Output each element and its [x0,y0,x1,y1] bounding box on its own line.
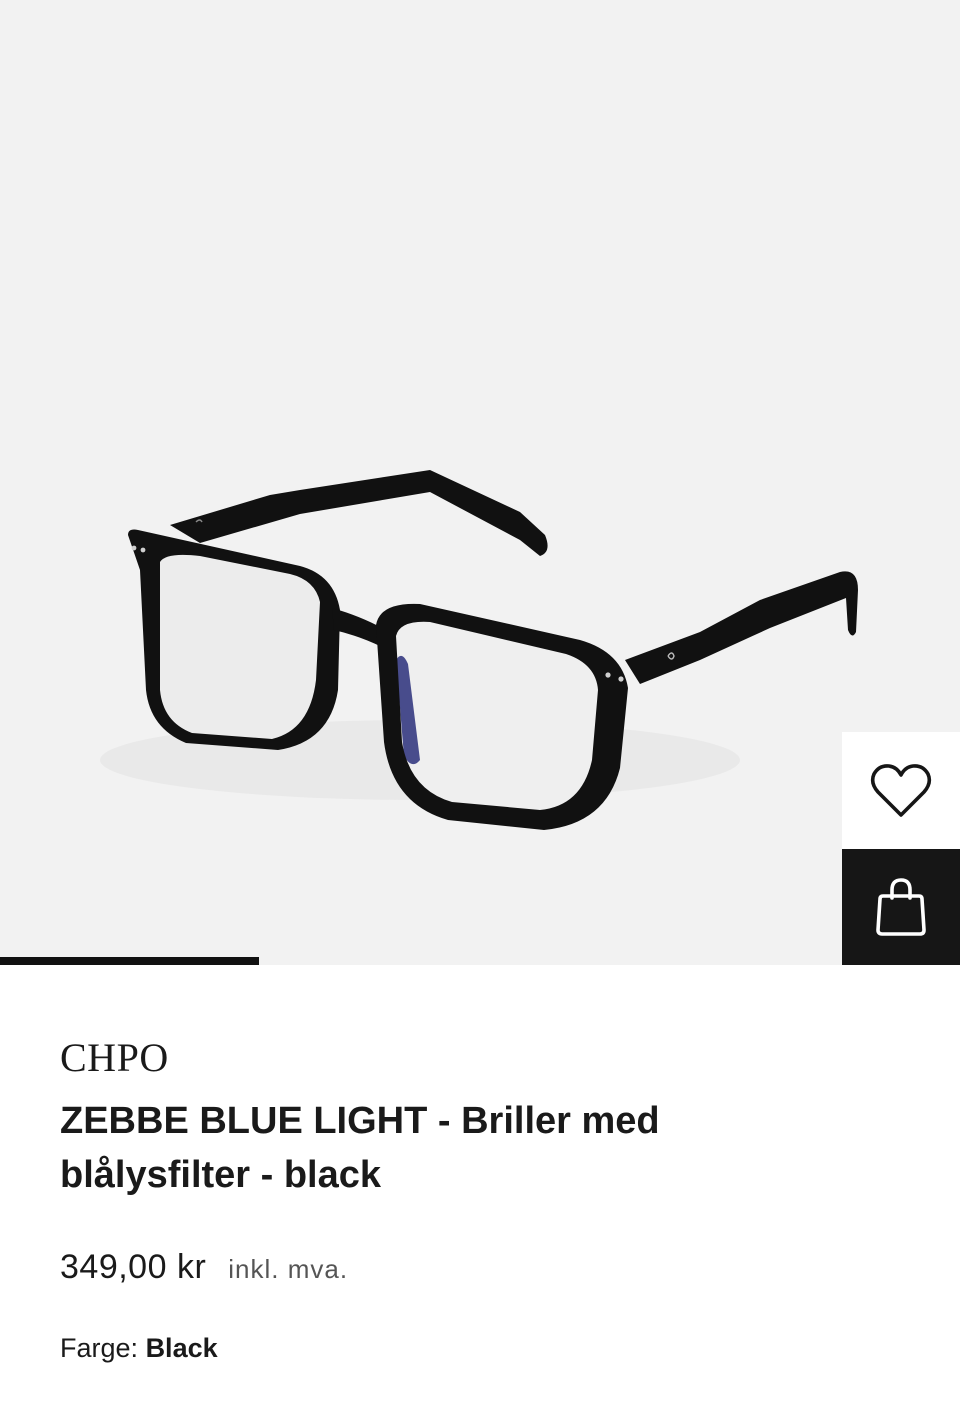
price-row: 349,00 kr inkl. mva. [60,1248,920,1287]
color-row: Farge: Black [60,1333,920,1364]
color-label: Farge: [60,1333,139,1363]
product-image-glasses [100,470,858,830]
product-info: CHPO ZEBBE BLUE LIGHT - Briller med blål… [60,1030,920,1364]
product-price: 349,00 kr [60,1248,207,1286]
product-title: ZEBBE BLUE LIGHT - Briller med blålysfil… [60,1100,660,1196]
color-value: Black [145,1333,218,1363]
product-page: CHPO ZEBBE BLUE LIGHT - Briller med blål… [0,0,960,1407]
shopping-bag-icon [876,878,926,936]
product-gallery[interactable] [0,0,960,965]
gallery-progress-fill [0,957,260,965]
add-to-bag-button[interactable] [842,849,960,965]
brand-name[interactable]: CHPO [60,1030,920,1086]
wishlist-button[interactable] [842,732,960,849]
heart-icon [870,763,932,817]
gallery-progress-track [0,957,960,965]
vat-note: inkl. mva. [228,1254,349,1284]
